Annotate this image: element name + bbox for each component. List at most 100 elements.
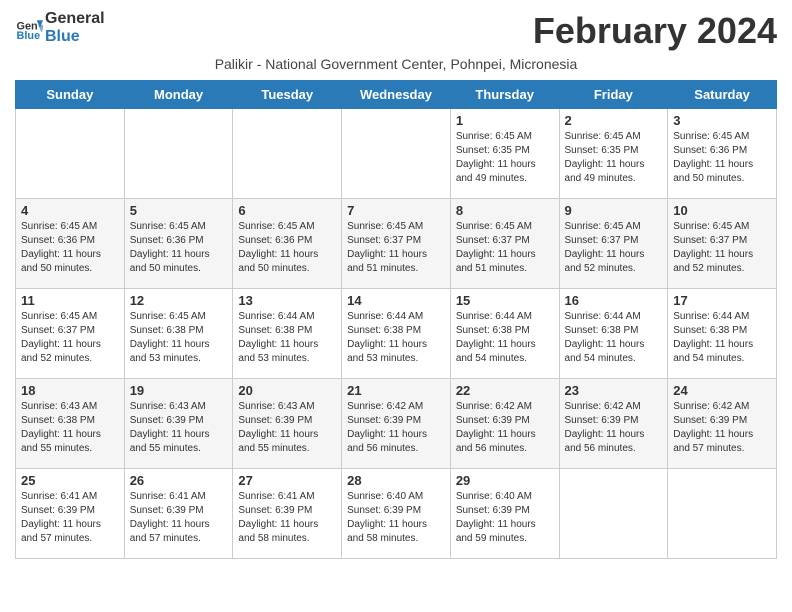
- calendar-cell: 15Sunrise: 6:44 AMSunset: 6:38 PMDayligh…: [450, 289, 559, 379]
- calendar-cell: 16 Sunrise: 6:44 AMSunset: 6:38 PMDayligh…: [559, 289, 668, 379]
- day-info: Sunrise: 6:44 AMSunset: 6:38 PMDaylight:…: [456, 310, 554, 366]
- col-header-monday: Monday: [124, 81, 233, 109]
- day-info: Sunrise: 6:45 AMSunset: 6:35 PMDaylight:…: [456, 130, 554, 186]
- day-number: 10: [673, 203, 771, 218]
- col-header-tuesday: Tuesday: [233, 81, 342, 109]
- col-header-wednesday: Wednesday: [342, 81, 451, 109]
- calendar-cell: [233, 109, 342, 199]
- logo-blue: Blue: [45, 28, 105, 46]
- day-number: 6: [238, 203, 336, 218]
- day-info: Sunrise: 6:42 AMSunset: 6:39 PMDaylight:…: [456, 400, 554, 456]
- calendar-header-row: SundayMondayTuesdayWednesdayThursdayFrid…: [16, 81, 777, 109]
- day-number: 8: [456, 203, 554, 218]
- calendar-cell: 3 Sunrise: 6:45 AMSunset: 6:36 PMDaylight…: [668, 109, 777, 199]
- day-number: 12: [130, 293, 228, 308]
- day-number: 24: [673, 383, 771, 398]
- col-header-friday: Friday: [559, 81, 668, 109]
- logo: Gen Blue General Blue: [15, 10, 105, 47]
- calendar-cell: 26Sunrise: 6:41 AMSunset: 6:39 PMDayligh…: [124, 469, 233, 559]
- day-info: Sunrise: 6:45 AMSunset: 6:37 PMDaylight:…: [673, 220, 771, 276]
- calendar-cell: 18Sunrise: 6:43 AMSunset: 6:38 PMDayligh…: [16, 379, 125, 469]
- day-info: Sunrise: 6:45 AMSunset: 6:36 PMDaylight:…: [673, 130, 771, 186]
- calendar-cell: 20 Sunrise: 6:43 AMSunset: 6:39 PMDayligh…: [233, 379, 342, 469]
- day-number: 19: [130, 383, 228, 398]
- day-number: 22: [456, 383, 554, 398]
- day-number: 16: [565, 293, 663, 308]
- calendar-cell: 17Sunrise: 6:44 AMSunset: 6:38 PMDayligh…: [668, 289, 777, 379]
- day-info: Sunrise: 6:44 AMSunset: 6:38 PMDaylight:…: [565, 310, 663, 366]
- calendar-cell: 27 Sunrise: 6:41 AMSunset: 6:39 PMDayligh…: [233, 469, 342, 559]
- calendar-cell: [16, 109, 125, 199]
- calendar-cell: 25 Sunrise: 6:41 AMSunset: 6:39 PMDayligh…: [16, 469, 125, 559]
- day-info: Sunrise: 6:45 AMSunset: 6:36 PMDaylight:…: [21, 220, 119, 276]
- day-info: Sunrise: 6:45 AMSunset: 6:37 PMDaylight:…: [21, 310, 119, 366]
- day-info: Sunrise: 6:44 AMSunset: 6:38 PMDaylight:…: [673, 310, 771, 366]
- day-number: 11: [21, 293, 119, 308]
- calendar-cell: 4 Sunrise: 6:45 AMSunset: 6:36 PMDaylight…: [16, 199, 125, 289]
- day-info: Sunrise: 6:45 AMSunset: 6:35 PMDaylight:…: [565, 130, 663, 186]
- day-number: 20: [238, 383, 336, 398]
- calendar-cell: 12 Sunrise: 6:45 AMSunset: 6:38 PMDayligh…: [124, 289, 233, 379]
- day-number: 13: [238, 293, 336, 308]
- day-info: Sunrise: 6:43 AMSunset: 6:39 PMDaylight:…: [238, 400, 336, 456]
- calendar-week-4: 18Sunrise: 6:43 AMSunset: 6:38 PMDayligh…: [16, 379, 777, 469]
- calendar-cell: 6Sunrise: 6:45 AMSunset: 6:36 PMDaylight…: [233, 199, 342, 289]
- day-number: 4: [21, 203, 119, 218]
- day-info: Sunrise: 6:42 AMSunset: 6:39 PMDaylight:…: [673, 400, 771, 456]
- logo-icon: Gen Blue: [15, 14, 43, 42]
- calendar-week-1: 1 Sunrise: 6:45 AMSunset: 6:35 PMDaylight…: [16, 109, 777, 199]
- col-header-thursday: Thursday: [450, 81, 559, 109]
- day-number: 27: [238, 473, 336, 488]
- calendar-cell: 24 Sunrise: 6:42 AMSunset: 6:39 PMDayligh…: [668, 379, 777, 469]
- logo-general: General: [45, 10, 105, 28]
- calendar-table: SundayMondayTuesdayWednesdayThursdayFrid…: [15, 80, 777, 559]
- calendar-cell: [124, 109, 233, 199]
- month-title: February 2024: [533, 10, 777, 52]
- col-header-saturday: Saturday: [668, 81, 777, 109]
- calendar-week-3: 11 Sunrise: 6:45 AMSunset: 6:37 PMDayligh…: [16, 289, 777, 379]
- calendar-cell: 8 Sunrise: 6:45 AMSunset: 6:37 PMDaylight…: [450, 199, 559, 289]
- calendar-cell: [559, 469, 668, 559]
- day-number: 1: [456, 113, 554, 128]
- day-number: 25: [21, 473, 119, 488]
- calendar-cell: 29 Sunrise: 6:40 AMSunset: 6:39 PMDayligh…: [450, 469, 559, 559]
- day-info: Sunrise: 6:45 AMSunset: 6:37 PMDaylight:…: [456, 220, 554, 276]
- day-info: Sunrise: 6:45 AMSunset: 6:36 PMDaylight:…: [130, 220, 228, 276]
- day-number: 23: [565, 383, 663, 398]
- day-info: Sunrise: 6:41 AMSunset: 6:39 PMDaylight:…: [21, 490, 119, 546]
- calendar-cell: 21 Sunrise: 6:42 AMSunset: 6:39 PMDayligh…: [342, 379, 451, 469]
- day-info: Sunrise: 6:43 AMSunset: 6:39 PMDaylight:…: [130, 400, 228, 456]
- day-info: Sunrise: 6:45 AMSunset: 6:37 PMDaylight:…: [347, 220, 445, 276]
- calendar-cell: 10 Sunrise: 6:45 AMSunset: 6:37 PMDayligh…: [668, 199, 777, 289]
- day-info: Sunrise: 6:40 AMSunset: 6:39 PMDaylight:…: [456, 490, 554, 546]
- calendar-cell: 9Sunrise: 6:45 AMSunset: 6:37 PMDaylight…: [559, 199, 668, 289]
- day-number: 21: [347, 383, 445, 398]
- day-number: 3: [673, 113, 771, 128]
- calendar-cell: 11 Sunrise: 6:45 AMSunset: 6:37 PMDayligh…: [16, 289, 125, 379]
- day-info: Sunrise: 6:42 AMSunset: 6:39 PMDaylight:…: [347, 400, 445, 456]
- day-info: Sunrise: 6:45 AMSunset: 6:38 PMDaylight:…: [130, 310, 228, 366]
- calendar-cell: [342, 109, 451, 199]
- day-info: Sunrise: 6:41 AMSunset: 6:39 PMDaylight:…: [238, 490, 336, 546]
- svg-text:Blue: Blue: [17, 30, 41, 42]
- col-header-sunday: Sunday: [16, 81, 125, 109]
- day-number: 18: [21, 383, 119, 398]
- calendar-cell: 22 Sunrise: 6:42 AMSunset: 6:39 PMDayligh…: [450, 379, 559, 469]
- calendar-cell: 23 Sunrise: 6:42 AMSunset: 6:39 PMDayligh…: [559, 379, 668, 469]
- calendar-cell: 1 Sunrise: 6:45 AMSunset: 6:35 PMDaylight…: [450, 109, 559, 199]
- day-info: Sunrise: 6:42 AMSunset: 6:39 PMDaylight:…: [565, 400, 663, 456]
- calendar-week-5: 25 Sunrise: 6:41 AMSunset: 6:39 PMDayligh…: [16, 469, 777, 559]
- day-number: 7: [347, 203, 445, 218]
- day-number: 9: [565, 203, 663, 218]
- day-info: Sunrise: 6:44 AMSunset: 6:38 PMDaylight:…: [238, 310, 336, 366]
- day-number: 29: [456, 473, 554, 488]
- calendar-cell: 13 Sunrise: 6:44 AMSunset: 6:38 PMDayligh…: [233, 289, 342, 379]
- calendar-cell: [668, 469, 777, 559]
- day-number: 2: [565, 113, 663, 128]
- calendar-week-2: 4 Sunrise: 6:45 AMSunset: 6:36 PMDaylight…: [16, 199, 777, 289]
- calendar-cell: 28 Sunrise: 6:40 AMSunset: 6:39 PMDayligh…: [342, 469, 451, 559]
- day-number: 14: [347, 293, 445, 308]
- day-info: Sunrise: 6:40 AMSunset: 6:39 PMDaylight:…: [347, 490, 445, 546]
- calendar-cell: 19 Sunrise: 6:43 AMSunset: 6:39 PMDayligh…: [124, 379, 233, 469]
- day-number: 28: [347, 473, 445, 488]
